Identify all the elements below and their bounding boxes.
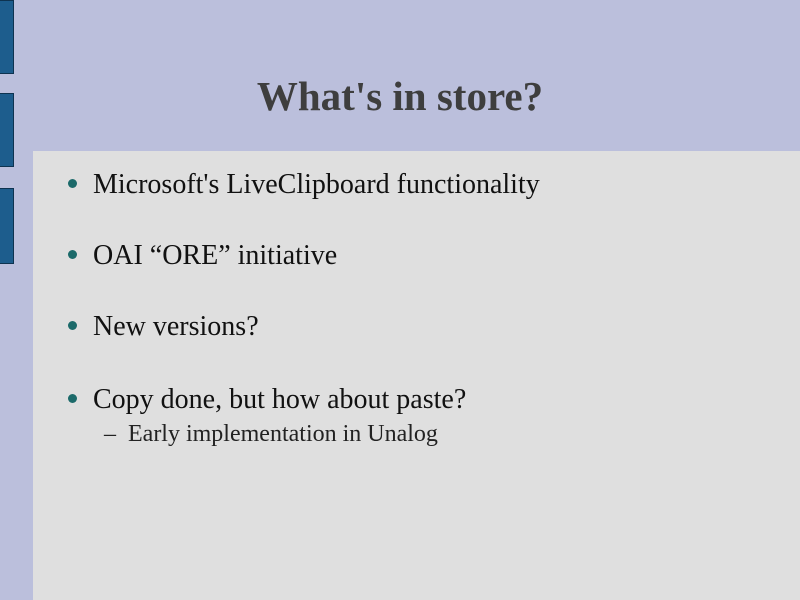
bullet-dot-icon: [68, 250, 77, 259]
sub-bullet-text: Early implementation in Unalog: [128, 421, 438, 447]
sub-bullet-dash-icon: –: [104, 421, 116, 447]
side-tab-3: [0, 188, 14, 264]
bullet-dot-icon: [68, 179, 77, 188]
content-panel: Microsoft's LiveClipboard functionality …: [33, 151, 800, 600]
bullet-dot-icon: [68, 321, 77, 330]
bullet-text: OAI “ORE” initiative: [93, 240, 338, 271]
side-tab-1: [0, 0, 14, 74]
bullet-dot-icon: [68, 394, 77, 403]
bullet-text: Copy done, but how about paste?: [93, 384, 467, 415]
bullet-text: New versions?: [93, 311, 259, 342]
slide-title: What's in store?: [256, 73, 544, 119]
bullet-text: Microsoft's LiveClipboard functionality: [93, 169, 540, 200]
